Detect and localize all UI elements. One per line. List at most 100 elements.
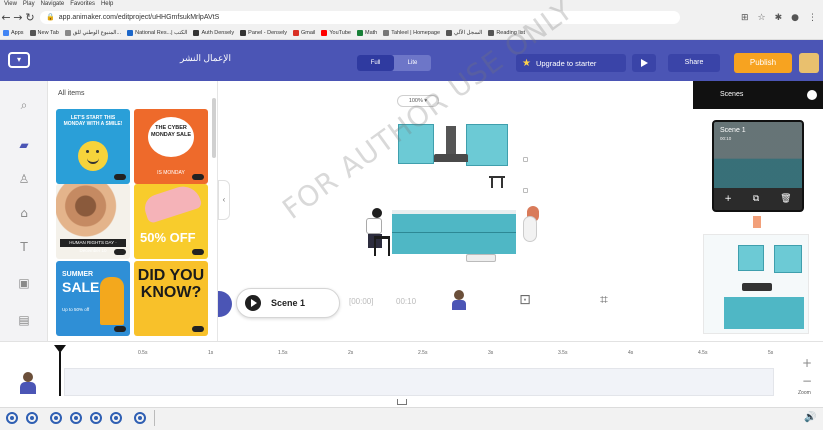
thumb-counter — [724, 297, 804, 329]
bookmark-item[interactable]: Apps — [3, 29, 24, 36]
ruler-tick-label: 5s — [768, 350, 774, 356]
bookmark-item[interactable]: Tahleel | Homepage — [383, 29, 440, 36]
bookmark-item[interactable]: Panel - Densely — [240, 29, 287, 36]
focus-icon[interactable]: ⌗ — [594, 290, 614, 310]
camera-frame-icon[interactable]: ⊡ — [515, 290, 535, 310]
delete-scene-icon[interactable]: 🗑 — [780, 194, 791, 204]
tile-text: LET'S START THIS MONDAY WITH A SMILE! — [63, 115, 123, 127]
preview-play-button[interactable] — [632, 54, 656, 72]
playhead-line[interactable] — [59, 352, 61, 396]
character-icon[interactable]: ♙ — [17, 172, 31, 186]
canvas-handle[interactable] — [523, 157, 528, 162]
wall-cabinet[interactable] — [398, 124, 434, 164]
taskbar-app-icon[interactable] — [90, 412, 102, 424]
bookmark-label: المنبوع الوطني للق... — [72, 29, 122, 36]
menu-play[interactable]: Play — [23, 0, 35, 9]
bookmark-item[interactable]: Reading list — [488, 29, 525, 36]
project-title[interactable]: الإعمال النشر — [180, 53, 231, 64]
scene-insert-marker[interactable] — [753, 216, 761, 228]
scene-card[interactable] — [703, 234, 809, 334]
zoom-in-icon[interactable]: + — [800, 356, 814, 370]
taskbar-app-icon[interactable] — [26, 412, 38, 424]
bookmark-item[interactable]: المنبوع الوطني للق... — [64, 29, 122, 36]
app-menu-icon[interactable]: ▾ — [8, 52, 30, 68]
bookmark-favicon-icon — [488, 29, 495, 36]
template-tile-cyber-monday[interactable]: THE CYBER MONDAY SALE IS MONDAY — [134, 109, 208, 184]
taskbar-app-icon[interactable] — [50, 412, 62, 424]
text-icon[interactable]: T — [17, 240, 31, 254]
extension-icon[interactable]: ✱ — [775, 13, 783, 23]
character-tool-icon[interactable] — [452, 290, 466, 310]
reload-icon[interactable]: ↻ — [24, 11, 36, 24]
template-tile-human-rights[interactable]: HUMAN RIGHTS DAY · December 10 — [56, 184, 130, 259]
props-icon[interactable]: ⌂ — [17, 206, 31, 220]
scene-selector[interactable]: Scene 1 — [236, 288, 340, 318]
bookmark-item[interactable]: Auth Densely — [193, 29, 234, 36]
template-tile-discount[interactable]: 50% OFF — [134, 184, 208, 259]
taskbar-app-icon[interactable] — [6, 412, 18, 424]
wall-cabinet[interactable] — [466, 124, 508, 166]
template-tile-did-you-know[interactable]: DID YOU KNOW? — [134, 261, 208, 336]
bar-stool[interactable] — [374, 236, 390, 256]
add-scene-icon[interactable]: + — [724, 194, 732, 204]
back-icon[interactable]: ← — [0, 11, 12, 24]
menu-help[interactable]: Help — [101, 0, 113, 9]
timeline-character-icon[interactable] — [20, 372, 36, 396]
upgrade-button[interactable]: ★ Upgrade to starter — [516, 54, 626, 72]
toggle-full[interactable]: Full — [357, 55, 394, 71]
hanging-lamp[interactable] — [489, 176, 505, 188]
zoom-dropdown[interactable]: 100% ▾ — [397, 95, 439, 107]
duplicate-scene-icon[interactable]: ⧉ — [753, 194, 759, 204]
tile-text: SUMMER — [62, 271, 94, 278]
timeline-resize-handle[interactable] — [397, 399, 407, 405]
kitchen-counter[interactable] — [392, 210, 516, 254]
mode-toggle[interactable]: Full Lite — [357, 55, 431, 71]
bookmark-item[interactable]: السجل الآلي — [446, 29, 482, 36]
range-hood[interactable] — [434, 126, 468, 162]
canvas-logo-badge[interactable] — [466, 254, 496, 262]
object-icon[interactable]: ▰ — [17, 138, 31, 152]
bookmark-item[interactable]: Math — [356, 29, 377, 36]
bookmark-favicon-icon — [292, 29, 299, 36]
scenes-panel-toggle-icon[interactable] — [807, 90, 817, 100]
bookmark-star-icon[interactable]: ☆ — [758, 13, 766, 23]
publish-button[interactable]: Publish — [734, 53, 792, 73]
search-icon[interactable]: ⌕ — [17, 98, 31, 112]
menu-view[interactable]: View — [4, 0, 17, 9]
taskbar-app-icon[interactable] — [134, 412, 146, 424]
menu-favorites[interactable]: Favorites — [70, 0, 95, 9]
potted-plant[interactable] — [519, 206, 541, 246]
character-icon-head — [454, 290, 464, 300]
zoom-out-icon[interactable]: − — [800, 374, 814, 388]
template-tile-smile[interactable]: LET'S START THIS MONDAY WITH A SMILE! — [56, 109, 130, 184]
user-avatar[interactable] — [799, 53, 819, 73]
toggle-lite[interactable]: Lite — [394, 55, 431, 71]
profile-icon[interactable]: ● — [791, 13, 799, 23]
template-tile-summer-sale[interactable]: SUMMER SALE Up to 50% off — [56, 261, 130, 336]
background-icon[interactable]: ▣ — [17, 276, 31, 290]
speaker-icon[interactable]: 🔊 — [804, 412, 816, 423]
bookmark-item[interactable]: YouTube — [321, 29, 351, 36]
share-button[interactable]: Share — [668, 54, 720, 72]
assets-scrollbar[interactable] — [212, 98, 216, 158]
timeline-zoom-label: Zoom — [798, 390, 811, 396]
timeline-track[interactable] — [64, 368, 774, 396]
canvas-handle[interactable] — [523, 188, 528, 193]
taskbar-app-icon[interactable] — [110, 412, 122, 424]
browser-menu-icon[interactable]: ⋮ — [808, 13, 817, 23]
menu-navigate[interactable]: Navigate — [41, 0, 65, 9]
scene-card-active[interactable]: Scene 1 00:10 + ⧉ 🗑 — [712, 120, 804, 212]
forward-icon[interactable]: → — [12, 11, 24, 24]
url-bar[interactable]: 🔒 app.animaker.com/editproject/uHHGmfsuk… — [40, 11, 680, 24]
bookmark-item[interactable]: Gmail — [292, 29, 315, 36]
star-icon: ★ — [522, 57, 531, 69]
taskbar-app-icon[interactable] — [70, 412, 82, 424]
bookmark-item[interactable]: New Tab — [29, 29, 59, 36]
tile-text: THE CYBER MONDAY SALE — [148, 117, 194, 157]
scene-play-icon[interactable] — [245, 295, 261, 311]
upload-icon[interactable]: ▤ — [17, 313, 31, 327]
collapse-panel-icon[interactable]: ‹ — [218, 180, 230, 220]
bookmark-favicon-icon — [446, 29, 453, 36]
qr-icon[interactable]: ⊞ — [741, 13, 749, 23]
bookmark-item[interactable]: National Res...| الكتب — [127, 29, 187, 36]
